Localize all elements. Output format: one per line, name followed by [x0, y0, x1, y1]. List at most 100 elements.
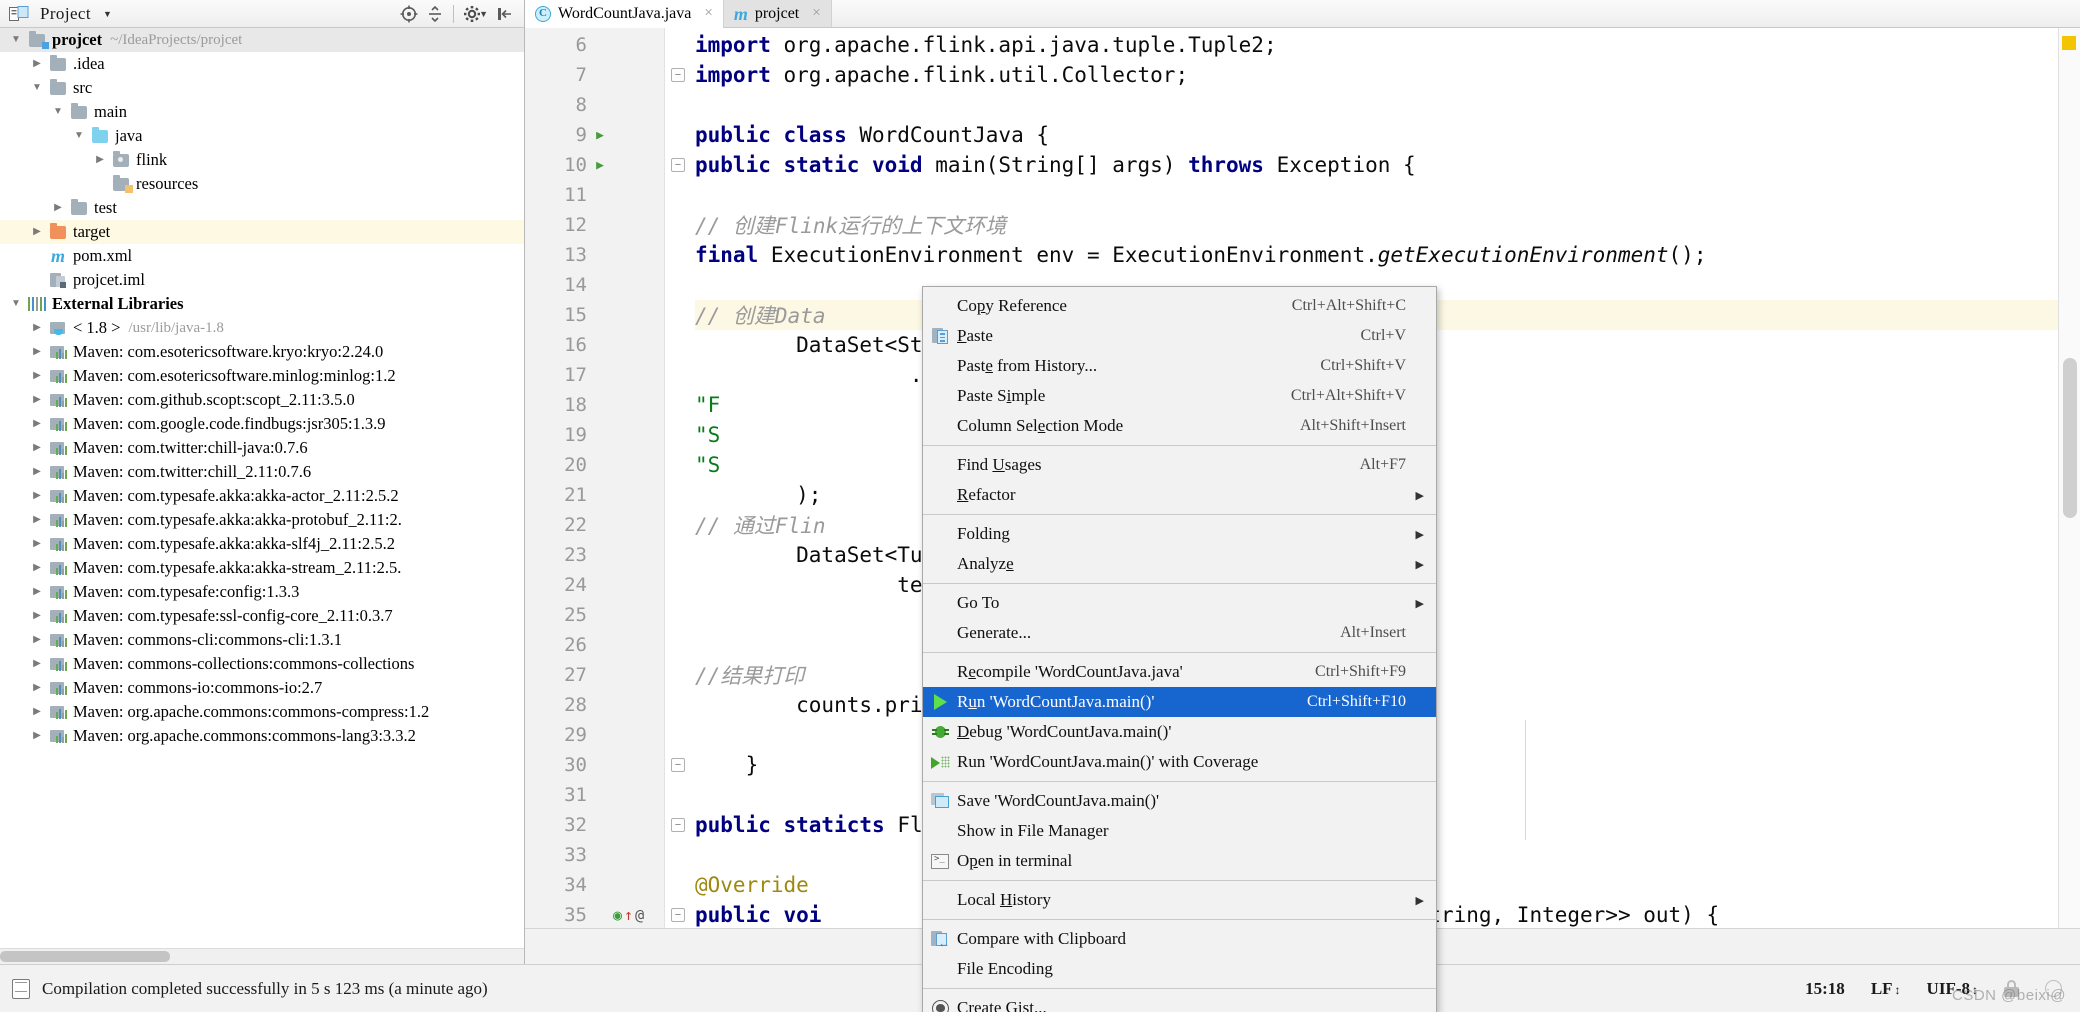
gutter-line[interactable]: 14	[525, 270, 665, 300]
tree-expand-arrow[interactable]	[27, 59, 47, 69]
gutter-line[interactable]: 31	[525, 780, 665, 810]
tree-node[interactable]: Maven: com.esotericsoftware.kryo:kryo:2.…	[0, 340, 524, 364]
code-line[interactable]: "S	[695, 450, 720, 480]
code-line[interactable]: public class WordCountJava {	[695, 120, 1049, 150]
tree-node[interactable]: Maven: com.typesafe.akka:akka-stream_2.1…	[0, 556, 524, 580]
tree-node[interactable]: Maven: com.twitter:chill_2.11:0.7.6	[0, 460, 524, 484]
code-line[interactable]: //结果打印	[695, 660, 804, 690]
gutter-line[interactable]: 34	[525, 870, 665, 900]
hide-panel-icon[interactable]	[492, 4, 518, 24]
code-line[interactable]: te	[695, 570, 922, 600]
menu-item[interactable]: Refactor ▶	[923, 480, 1436, 510]
code-line[interactable]: DataSet<Tu	[695, 540, 922, 570]
menu-item[interactable]: Folding ▶	[923, 519, 1436, 549]
gutter-line[interactable]: 6	[525, 30, 665, 60]
code-line[interactable]: // 创建Flink运行的上下文环境	[695, 210, 1006, 240]
tree-node[interactable]: Maven: com.github.scopt:scopt_2.11:3.5.0	[0, 388, 524, 412]
tree-node[interactable]: m pom.xml	[0, 244, 524, 268]
editor-context-menu[interactable]: Copy Reference Ctrl+Alt+Shift+C Paste Ctrl+…	[922, 286, 1437, 1012]
tree-node[interactable]: test	[0, 196, 524, 220]
tree-node[interactable]: java	[0, 124, 524, 148]
tree-expand-arrow[interactable]	[90, 155, 110, 165]
tree-expand-arrow[interactable]	[6, 299, 26, 309]
menu-item[interactable]: File Encoding	[923, 954, 1436, 984]
tree-node[interactable]: .idea	[0, 52, 524, 76]
gutter-line[interactable]: 10 ▶	[525, 150, 665, 180]
tree-node[interactable]: Maven: org.apache.commons:commons-lang3:…	[0, 724, 524, 748]
menu-item[interactable]: Go To ▶	[923, 588, 1436, 618]
menu-item[interactable]: Save 'WordCountJava.main()'	[923, 786, 1436, 816]
project-tree-horizontal-scrollbar[interactable]	[0, 948, 524, 964]
menu-item[interactable]: Copy Reference Ctrl+Alt+Shift+C	[923, 291, 1436, 321]
tree-node[interactable]: Maven: com.typesafe.akka:akka-slf4j_2.11…	[0, 532, 524, 556]
status-message-group[interactable]: Compilation completed successfully in 5 …	[12, 978, 488, 999]
menu-item[interactable]: Paste Simple Ctrl+Alt+Shift+V	[923, 381, 1436, 411]
tree-expand-arrow[interactable]	[27, 443, 47, 453]
tree-node[interactable]: Maven: com.typesafe:ssl-config-core_2.11…	[0, 604, 524, 628]
gutter-line[interactable]: 29	[525, 720, 665, 750]
code-line[interactable]: // 创建Data	[695, 300, 826, 330]
tree-node[interactable]: main	[0, 100, 524, 124]
gutter-line[interactable]: 9 ▶	[525, 120, 665, 150]
menu-item[interactable]: Paste Ctrl+V	[923, 321, 1436, 351]
gutter-line[interactable]: 27	[525, 660, 665, 690]
tree-node[interactable]: Maven: com.typesafe.akka:akka-actor_2.11…	[0, 484, 524, 508]
gutter-line[interactable]: 26	[525, 630, 665, 660]
vertical-scrollbar-thumb[interactable]	[2063, 358, 2077, 518]
warning-marker[interactable]	[2062, 36, 2076, 50]
tree-expand-arrow[interactable]	[27, 707, 47, 717]
tree-expand-arrow[interactable]	[69, 131, 89, 141]
tree-node[interactable]: Maven: com.google.code.findbugs:jsr305:1…	[0, 412, 524, 436]
menu-item[interactable]: Paste from History... Ctrl+Shift+V	[923, 351, 1436, 381]
tree-expand-arrow[interactable]	[27, 83, 47, 93]
editor-right-strip[interactable]	[2058, 28, 2080, 928]
gutter-line[interactable]: 20	[525, 450, 665, 480]
tree-node[interactable]: Maven: com.esotericsoftware.minlog:minlo…	[0, 364, 524, 388]
gutter-line[interactable]: 21	[525, 480, 665, 510]
gutter-line[interactable]: 15	[525, 300, 665, 330]
code-line[interactable]: "F	[695, 390, 720, 420]
tree-node[interactable]: resources	[0, 172, 524, 196]
gutter-line[interactable]: 22	[525, 510, 665, 540]
tree-node[interactable]: target	[0, 220, 524, 244]
tree-expand-arrow[interactable]	[27, 683, 47, 693]
chevron-down-icon[interactable]: ▼	[103, 9, 112, 19]
tree-expand-arrow[interactable]	[27, 491, 47, 501]
fold-toggle-icon[interactable]: −	[671, 68, 685, 82]
collapse-all-icon[interactable]	[422, 4, 448, 24]
inspection-icon[interactable]	[2045, 980, 2062, 997]
tree-node[interactable]: src	[0, 76, 524, 100]
gutter-line[interactable]: 35 ◉ ↑ @	[525, 900, 665, 928]
run-gutter-icon[interactable]: ▶	[587, 128, 613, 143]
code-line[interactable]: DataSet<St	[695, 330, 922, 360]
gutter-line[interactable]: 25	[525, 600, 665, 630]
tree-expand-arrow[interactable]	[27, 371, 47, 381]
menu-item[interactable]: Column Selection Mode Alt+Shift+Insert	[923, 411, 1436, 441]
tree-expand-arrow[interactable]	[27, 659, 47, 669]
tree-node[interactable]: Maven: com.typesafe:config:1.3.3	[0, 580, 524, 604]
menu-item[interactable]: Show in File Manager	[923, 816, 1436, 846]
menu-item[interactable]: Run 'WordCountJava.main()' with Coverage	[923, 747, 1436, 777]
gutter-line[interactable]: 16	[525, 330, 665, 360]
locate-target-icon[interactable]	[396, 4, 422, 24]
code-line[interactable]: // 通过Flin	[695, 510, 826, 540]
tree-expand-arrow[interactable]	[48, 203, 68, 213]
menu-item[interactable]: ← Compare with Clipboard	[923, 924, 1436, 954]
gutter-line[interactable]: 17	[525, 360, 665, 390]
tree-node[interactable]: Maven: com.twitter:chill-java:0.7.6	[0, 436, 524, 460]
tree-node[interactable]: Maven: commons-collections:commons-colle…	[0, 652, 524, 676]
tree-expand-arrow[interactable]	[27, 539, 47, 549]
code-line[interactable]: public static void main(String[] args) t…	[695, 150, 1416, 180]
tree-expand-arrow[interactable]	[27, 419, 47, 429]
gutter-line[interactable]: 33	[525, 840, 665, 870]
gutter-line[interactable]: 23	[525, 540, 665, 570]
tree-node[interactable]: projcet ~/IdeaProjects/projcet	[0, 28, 524, 52]
gutter-marks[interactable]: ◉ ↑ @	[613, 906, 657, 924]
menu-item[interactable]: Find Usages Alt+F7	[923, 450, 1436, 480]
fold-toggle-icon[interactable]: −	[671, 818, 685, 832]
code-line[interactable]: @Override	[695, 870, 809, 900]
menu-item[interactable]: Generate... Alt+Insert	[923, 618, 1436, 648]
tree-expand-arrow[interactable]	[48, 107, 68, 117]
lock-icon[interactable]	[2004, 980, 2019, 997]
gutter-line[interactable]: 11	[525, 180, 665, 210]
